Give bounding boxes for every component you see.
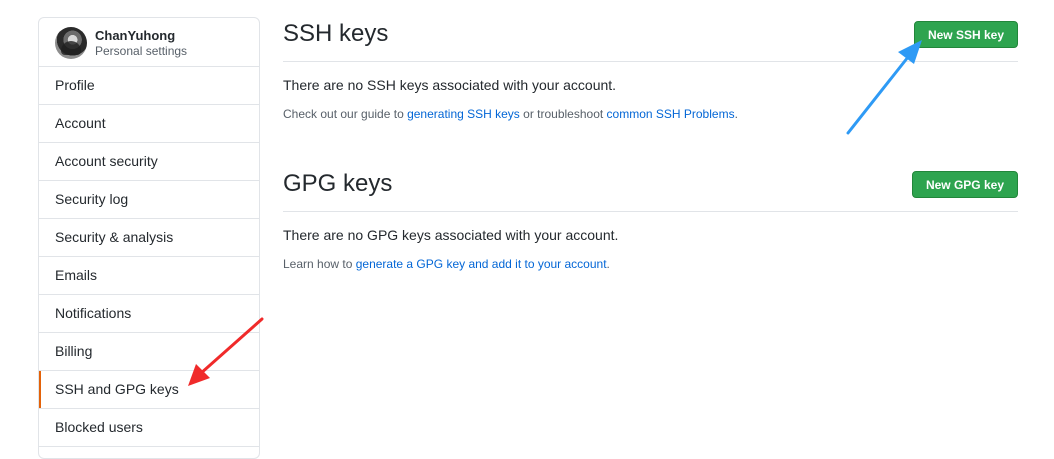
gpg-keys-header: GPG keys New GPG key <box>283 167 1018 212</box>
ssh-keys-section: SSH keys New SSH key There are no SSH ke… <box>283 17 1018 121</box>
sidebar-item-profile[interactable]: Profile <box>39 67 259 105</box>
ssh-empty-message: There are no SSH keys associated with yo… <box>283 77 617 93</box>
settings-sidebar: ChanYuhong Personal settings Profile Acc… <box>38 17 260 459</box>
gpg-learn-prefix: Learn how to <box>283 257 356 271</box>
ssh-guide-note: Check out our guide to generating SSH ke… <box>283 107 1018 121</box>
generate-gpg-key-link[interactable]: generate a GPG key and add it to your ac… <box>356 257 607 271</box>
sidebar-item-account-security[interactable]: Account security <box>39 143 259 181</box>
profile-header[interactable]: ChanYuhong Personal settings <box>39 18 259 67</box>
new-gpg-key-button[interactable]: New GPG key <box>911 171 1018 198</box>
ssh-guide-middle: or troubleshoot <box>519 107 607 121</box>
gpg-keys-title: GPG keys <box>283 170 393 197</box>
gpg-learn-suffix: . <box>606 257 610 271</box>
common-ssh-problems-link[interactable]: common SSH Problems <box>607 107 735 121</box>
gpg-learn-note: Learn how to generate a GPG key and add … <box>283 257 1018 271</box>
user-name: ChanYuhong <box>95 28 176 43</box>
user-subtitle: Personal settings <box>95 44 188 58</box>
ssh-guide-prefix: Check out our guide to <box>283 107 408 121</box>
ssh-keys-header: SSH keys New SSH key <box>283 17 1018 62</box>
sidebar-item-notifications[interactable]: Notifications <box>39 295 259 333</box>
gpg-empty-message: There are no GPG keys associated with yo… <box>283 227 619 243</box>
new-ssh-key-button[interactable]: New SSH key <box>913 21 1018 48</box>
sidebar-item-emails[interactable]: Emails <box>39 257 259 295</box>
generating-ssh-keys-link[interactable]: generating SSH keys <box>407 107 520 121</box>
ssh-guide-suffix: . <box>734 107 738 121</box>
avatar <box>55 27 87 59</box>
sidebar-item-security-log[interactable]: Security log <box>39 181 259 219</box>
sidebar-item-blocked-users[interactable]: Blocked users <box>39 409 259 447</box>
sidebar-item-ssh-gpg-keys[interactable]: SSH and GPG keys <box>39 371 259 409</box>
ssh-keys-title: SSH keys <box>283 20 389 47</box>
sidebar-item-billing[interactable]: Billing <box>39 333 259 371</box>
sidebar-item-account[interactable]: Account <box>39 105 259 143</box>
gpg-keys-section: GPG keys New GPG key There are no GPG ke… <box>283 167 1018 271</box>
sidebar-item-security-analysis[interactable]: Security & analysis <box>39 219 259 257</box>
